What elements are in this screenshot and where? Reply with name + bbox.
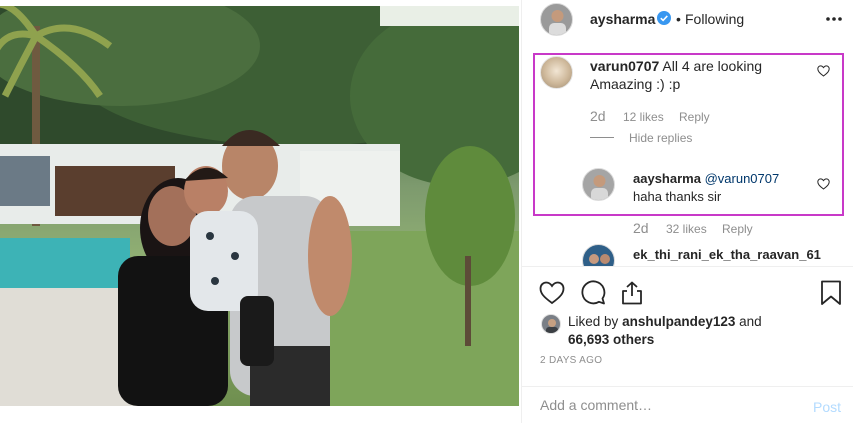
reply-age[interactable]: 2d: [633, 220, 649, 236]
next-commenter-avatar[interactable]: [582, 244, 615, 266]
reply-username[interactable]: aaysharma: [633, 171, 701, 186]
photo-illustration: [0, 6, 519, 406]
author-avatar-image: [541, 4, 572, 35]
reply-reply-button[interactable]: Reply: [722, 222, 753, 236]
author-avatar[interactable]: [540, 3, 573, 36]
like-comment-heart-icon[interactable]: [817, 65, 830, 77]
more-options-icon[interactable]: [824, 12, 844, 26]
post-comment-button[interactable]: Post: [813, 399, 841, 415]
comment-icon[interactable]: [580, 280, 606, 306]
likes-others-count[interactable]: 66,693 others: [568, 332, 654, 347]
likes-summary: Liked by anshulpandey123 and 66,693 othe…: [522, 310, 853, 350]
author-username[interactable]: aysharma: [590, 11, 655, 27]
likes-text: Liked by anshulpandey123 and 66,693 othe…: [568, 313, 808, 349]
header-separator: •: [676, 11, 681, 27]
next-comment-username[interactable]: ek_thi_rani_ek_tha_raavan_61: [633, 247, 821, 262]
next-commenter-avatar-image: [583, 245, 614, 266]
reply-text: aaysharma @varun0707 haha thanks sir: [633, 170, 813, 206]
post-header: aysharma • Following: [522, 0, 853, 40]
like-reply-heart-icon[interactable]: [817, 178, 830, 190]
comment-username[interactable]: varun0707: [590, 58, 659, 74]
hide-replies-button[interactable]: Hide replies: [629, 131, 692, 145]
liker-avatar[interactable]: [541, 314, 561, 334]
liker-username[interactable]: anshulpandey123: [622, 314, 735, 329]
verified-badge-icon: [657, 11, 671, 25]
post-timestamp[interactable]: 2 DAYS AGO: [540, 355, 602, 366]
reply-mention[interactable]: @varun0707: [705, 171, 780, 186]
liker-avatar-image: [542, 315, 560, 333]
comment-age[interactable]: 2d: [590, 108, 606, 124]
reply-avatar[interactable]: [582, 168, 615, 201]
share-icon[interactable]: [619, 280, 645, 306]
commenter-avatar[interactable]: [540, 56, 573, 89]
post-side-panel: aysharma • Following varun0707 All 4 are…: [521, 0, 853, 423]
bookmark-icon[interactable]: [820, 280, 842, 306]
action-bar: [522, 266, 853, 306]
reply-likes[interactable]: 32 likes: [666, 222, 707, 236]
heart-icon[interactable]: [539, 280, 565, 306]
reply-body: haha thanks sir: [633, 189, 722, 204]
comments-list: varun0707 All 4 are looking Amaazing :) …: [522, 44, 853, 266]
comment-text: varun0707 All 4 are looking Amaazing :) …: [590, 57, 810, 93]
add-comment-input[interactable]: [540, 395, 790, 415]
comment-reply-button[interactable]: Reply: [679, 110, 710, 124]
likes-connector: and: [739, 314, 762, 329]
post-photo[interactable]: [0, 6, 519, 406]
comment-likes[interactable]: 12 likes: [623, 110, 664, 124]
following-button[interactable]: Following: [685, 11, 744, 27]
likes-prefix: Liked by: [568, 314, 619, 329]
add-comment-bar: Post: [522, 386, 853, 423]
replies-divider-line: [590, 137, 614, 138]
post-photo-pane: [0, 0, 521, 423]
